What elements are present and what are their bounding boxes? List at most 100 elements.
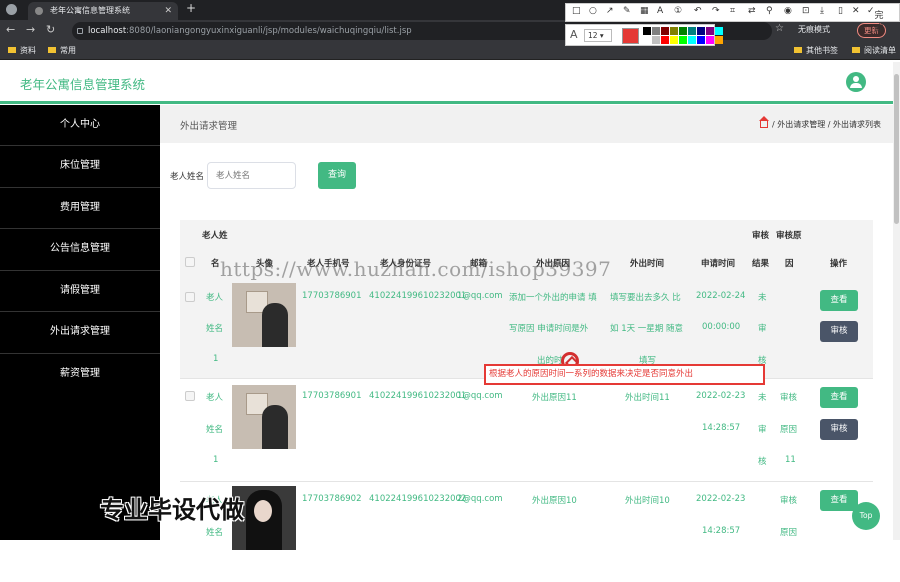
rect-tool-icon[interactable]: □ xyxy=(572,6,581,16)
sidebar-item-bed-management[interactable]: 床位管理 xyxy=(0,146,160,186)
avatar-photo xyxy=(232,385,296,449)
mosaic-tool-icon[interactable]: ▦ xyxy=(640,6,649,16)
back-icon[interactable]: ← xyxy=(6,23,15,36)
cell-reason: 外出原因11 xyxy=(532,393,577,403)
ellipse-tool-icon[interactable]: ○ xyxy=(589,6,597,16)
color-swatch[interactable] xyxy=(688,36,696,44)
view-button[interactable]: 查看 xyxy=(820,290,858,311)
translate-icon[interactable]: ⇄ xyxy=(748,6,756,16)
sidebar-item-personal-center[interactable]: 个人中心 xyxy=(0,105,160,145)
sidebar-item-fee-management[interactable]: 费用管理 xyxy=(0,188,160,228)
color-swatch[interactable] xyxy=(706,36,714,44)
color-swatch[interactable] xyxy=(643,36,651,44)
bookmark-item[interactable]: 资料 xyxy=(8,45,36,56)
query-button[interactable]: 查询 xyxy=(318,162,356,189)
color-swatch[interactable] xyxy=(679,36,687,44)
record-icon[interactable]: ◉ xyxy=(784,6,792,16)
forward-icon[interactable]: → xyxy=(26,23,35,36)
color-swatch[interactable] xyxy=(679,27,687,35)
undo-icon[interactable]: ↶ xyxy=(694,6,702,16)
color-swatch[interactable] xyxy=(697,36,705,44)
pin-icon[interactable]: ⚲ xyxy=(766,6,773,16)
save-icon[interactable]: ▯ xyxy=(838,6,843,16)
cell-idcard: 410224199610232002 xyxy=(369,494,467,504)
cell-reason: 添加一个外出的申请 填 xyxy=(509,293,597,303)
long-shot-icon[interactable]: ⊡ xyxy=(802,6,810,16)
cell-audit-reason: 原因 xyxy=(780,528,798,538)
font-size-select[interactable]: 12 ▾ xyxy=(584,29,612,42)
color-swatch[interactable] xyxy=(715,27,723,35)
audit-button[interactable]: 审核 xyxy=(820,419,858,440)
cell-name: 姓名 xyxy=(206,425,224,435)
cell-apply-time: 2022-02-23 xyxy=(696,494,746,504)
color-swatch[interactable] xyxy=(706,27,714,35)
avatar-photo xyxy=(232,283,296,347)
back-to-top-button[interactable]: Top xyxy=(852,502,880,530)
view-button[interactable]: 查看 xyxy=(820,387,858,408)
color-swatch[interactable] xyxy=(670,27,678,35)
home-icon[interactable] xyxy=(758,116,769,128)
row-checkbox[interactable] xyxy=(185,292,195,302)
bookmark-item[interactable]: 常用 xyxy=(48,45,76,56)
sidebar: 个人中心 床位管理 费用管理 公告信息管理 请假管理 外出请求管理 薪资管理 xyxy=(0,105,160,540)
reload-icon[interactable]: ↻ xyxy=(46,23,55,36)
redo-icon[interactable]: ↷ xyxy=(712,6,720,16)
view-button[interactable]: 查看 xyxy=(820,490,858,511)
cell-idcard: 410224199610232001 xyxy=(369,391,467,401)
color-swatch[interactable] xyxy=(697,27,705,35)
url-host: localhost xyxy=(88,26,127,36)
current-color-swatch[interactable] xyxy=(622,28,639,44)
pen-tool-icon[interactable]: ✎ xyxy=(623,6,631,16)
color-swatch[interactable] xyxy=(661,27,669,35)
close-icon[interactable]: ✕ xyxy=(852,6,860,16)
row-checkbox[interactable] xyxy=(185,391,195,401)
sidebar-item-outing-request-management[interactable]: 外出请求管理 xyxy=(0,312,160,352)
cell-audit-reason: 原因 xyxy=(780,425,798,435)
scrollbar-thumb[interactable] xyxy=(894,74,899,224)
sidebar-item-leave-management[interactable]: 请假管理 xyxy=(0,271,160,311)
table-row: 老人 姓名 1 17703786901 410224199610232001 1… xyxy=(180,379,873,482)
cell-apply-time: 2022-02-24 xyxy=(696,291,746,301)
color-swatch[interactable] xyxy=(661,36,669,44)
audit-button[interactable]: 审核 xyxy=(820,321,858,342)
bookmark-star-icon[interactable]: ☆ xyxy=(775,23,784,34)
color-swatch[interactable] xyxy=(652,36,660,44)
snip-toolbar: □ ○ ↗ ✎ ▦ A ① ↶ ↷ ⌗ ⇄ ⚲ ◉ ⊡ ⤓ ▯ ✕ ✓ 完成 xyxy=(565,3,900,34)
table-row: 老人 姓名 17703786902 410224199610232002 2@q… xyxy=(180,482,873,582)
cell-audit-result: 核 xyxy=(758,457,767,467)
select-all-checkbox[interactable] xyxy=(185,257,195,267)
sidebar-item-salary-management[interactable]: 薪资管理 xyxy=(0,354,160,394)
user-avatar-icon[interactable] xyxy=(846,72,866,92)
ocr-icon[interactable]: ⌗ xyxy=(730,6,735,16)
new-tab-icon[interactable]: + xyxy=(186,1,196,15)
tab-close-icon[interactable]: ✕ xyxy=(164,2,172,20)
snip-options: A 12 ▾ xyxy=(565,24,723,46)
cell-out-time: 外出时间11 xyxy=(625,393,670,403)
cell-apply-time: 2022-02-23 xyxy=(696,391,746,401)
cell-idcard: 410224199610232001 xyxy=(369,291,467,301)
arrow-tool-icon[interactable]: ↗ xyxy=(606,6,614,16)
browser-tab[interactable]: 老年公寓信息管理系统 ✕ xyxy=(28,2,178,20)
cell-email: 1@qq.com xyxy=(457,391,503,401)
number-tool-icon[interactable]: ① xyxy=(674,6,682,16)
header-apply-time: 申请时间 xyxy=(701,259,736,269)
bookmark-item[interactable]: 阅读清单 xyxy=(852,45,896,56)
font-icon: A xyxy=(570,28,578,41)
color-swatch[interactable] xyxy=(643,27,651,35)
cell-email: 1@qq.com xyxy=(457,291,503,301)
page-scrollbar[interactable] xyxy=(893,62,900,540)
sidebar-item-notice-management[interactable]: 公告信息管理 xyxy=(0,229,160,269)
done-button[interactable]: ✓ 完成 xyxy=(867,6,884,34)
cell-apply-time: 00:00:00 xyxy=(702,322,741,332)
text-tool-icon[interactable]: A xyxy=(657,6,663,16)
download-icon[interactable]: ⤓ xyxy=(820,6,824,16)
color-swatch[interactable] xyxy=(688,27,696,35)
color-swatch[interactable] xyxy=(670,36,678,44)
color-swatch[interactable] xyxy=(652,27,660,35)
favicon-icon xyxy=(35,7,43,15)
bookmark-item[interactable]: 其他书签 xyxy=(794,45,838,56)
search-input[interactable] xyxy=(207,162,296,189)
overlay-caption: 专业毕设代做 xyxy=(100,496,244,524)
color-swatch[interactable] xyxy=(715,36,723,44)
cell-name: 老人 xyxy=(206,393,224,403)
